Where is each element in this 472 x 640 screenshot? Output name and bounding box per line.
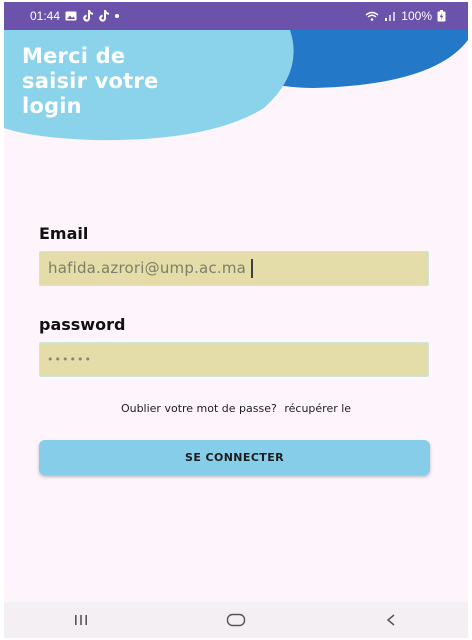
- dot-icon: [114, 13, 120, 19]
- email-field[interactable]: hafida.azrori@ump.ac.ma: [39, 251, 429, 286]
- connect-button[interactable]: SE CONNECTER: [39, 440, 430, 475]
- forgot-password-text: Oublier votre mot de passe?: [120, 402, 277, 415]
- gallery-icon: [65, 11, 77, 21]
- email-text: hafida.azrori@ump.ac.ma: [48, 259, 247, 277]
- home-icon: [226, 613, 246, 627]
- wifi-icon: [365, 11, 379, 22]
- password-field[interactable]: ••••••: [39, 342, 429, 377]
- tiktok-icon: [98, 10, 110, 22]
- forgot-password-row: Oublier votre mot de passe? récupérer le: [4, 402, 468, 415]
- battery-icon: [437, 10, 446, 22]
- back-icon: [386, 614, 395, 626]
- recover-password-link[interactable]: récupérer le: [284, 402, 351, 415]
- email-value[interactable]: hafida.azrori@ump.ac.ma: [48, 259, 254, 278]
- signal-icon: [384, 11, 396, 21]
- back-button[interactable]: [361, 605, 421, 635]
- app-screen: 01:44 100% Merci de saisir votre login E…: [4, 2, 468, 638]
- recents-icon: [75, 615, 88, 625]
- clock: 01:44: [30, 9, 61, 23]
- page-title: Merci de saisir votre login: [22, 44, 159, 118]
- password-masked-value: ••••••: [47, 353, 92, 366]
- navigation-bar: [4, 602, 468, 638]
- home-button[interactable]: [206, 605, 266, 635]
- text-cursor: [251, 259, 254, 278]
- tiktok-icon: [82, 10, 94, 22]
- status-bar: 01:44 100%: [4, 2, 468, 30]
- status-bar-right: 100%: [365, 9, 446, 23]
- password-label: password: [39, 315, 126, 334]
- email-label: Email: [39, 224, 89, 243]
- recents-button[interactable]: [51, 605, 111, 635]
- status-bar-left: 01:44: [30, 9, 120, 23]
- battery-level: 100%: [401, 9, 432, 23]
